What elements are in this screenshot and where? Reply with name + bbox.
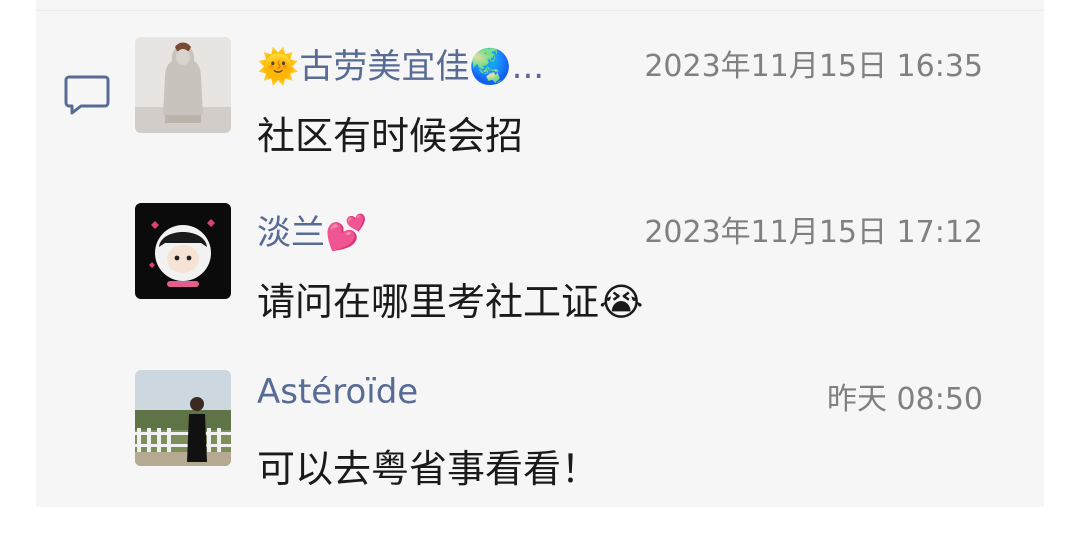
comment-text: 可以去粤省事看看！ [257,447,600,491]
statue-avatar[interactable] [135,37,231,133]
comment-time: 2023年11月15日 16:35 [644,49,983,84]
comment-icon [64,75,110,115]
divider [36,10,1044,11]
comment-time: 昨天 08:50 [827,382,983,417]
comment-time: 2023年11月15日 17:12 [644,215,983,250]
cartoon-avatar[interactable] [135,203,231,299]
commenter-name[interactable]: Astéroïde [257,372,418,412]
commenter-name[interactable]: 🌞古劳美宜佳🌏... [257,39,544,88]
comment-item[interactable]: 淡兰💕 2023年11月15日 17:12 请问在哪里考社工证😭 [135,203,1005,343]
comment-item[interactable]: Astéroïde 昨天 08:50 可以去粤省事看看！ [135,370,1005,510]
comment-item[interactable]: 🌞古劳美宜佳🌏... 2023年11月15日 16:35 社区有时候会招 [135,37,1005,177]
commenter-name[interactable]: 淡兰💕 [257,205,367,254]
photo-avatar[interactable] [135,370,231,466]
comment-text: 社区有时候会招 [257,114,524,158]
comment-text: 请问在哪里考社工证😭 [257,280,644,324]
